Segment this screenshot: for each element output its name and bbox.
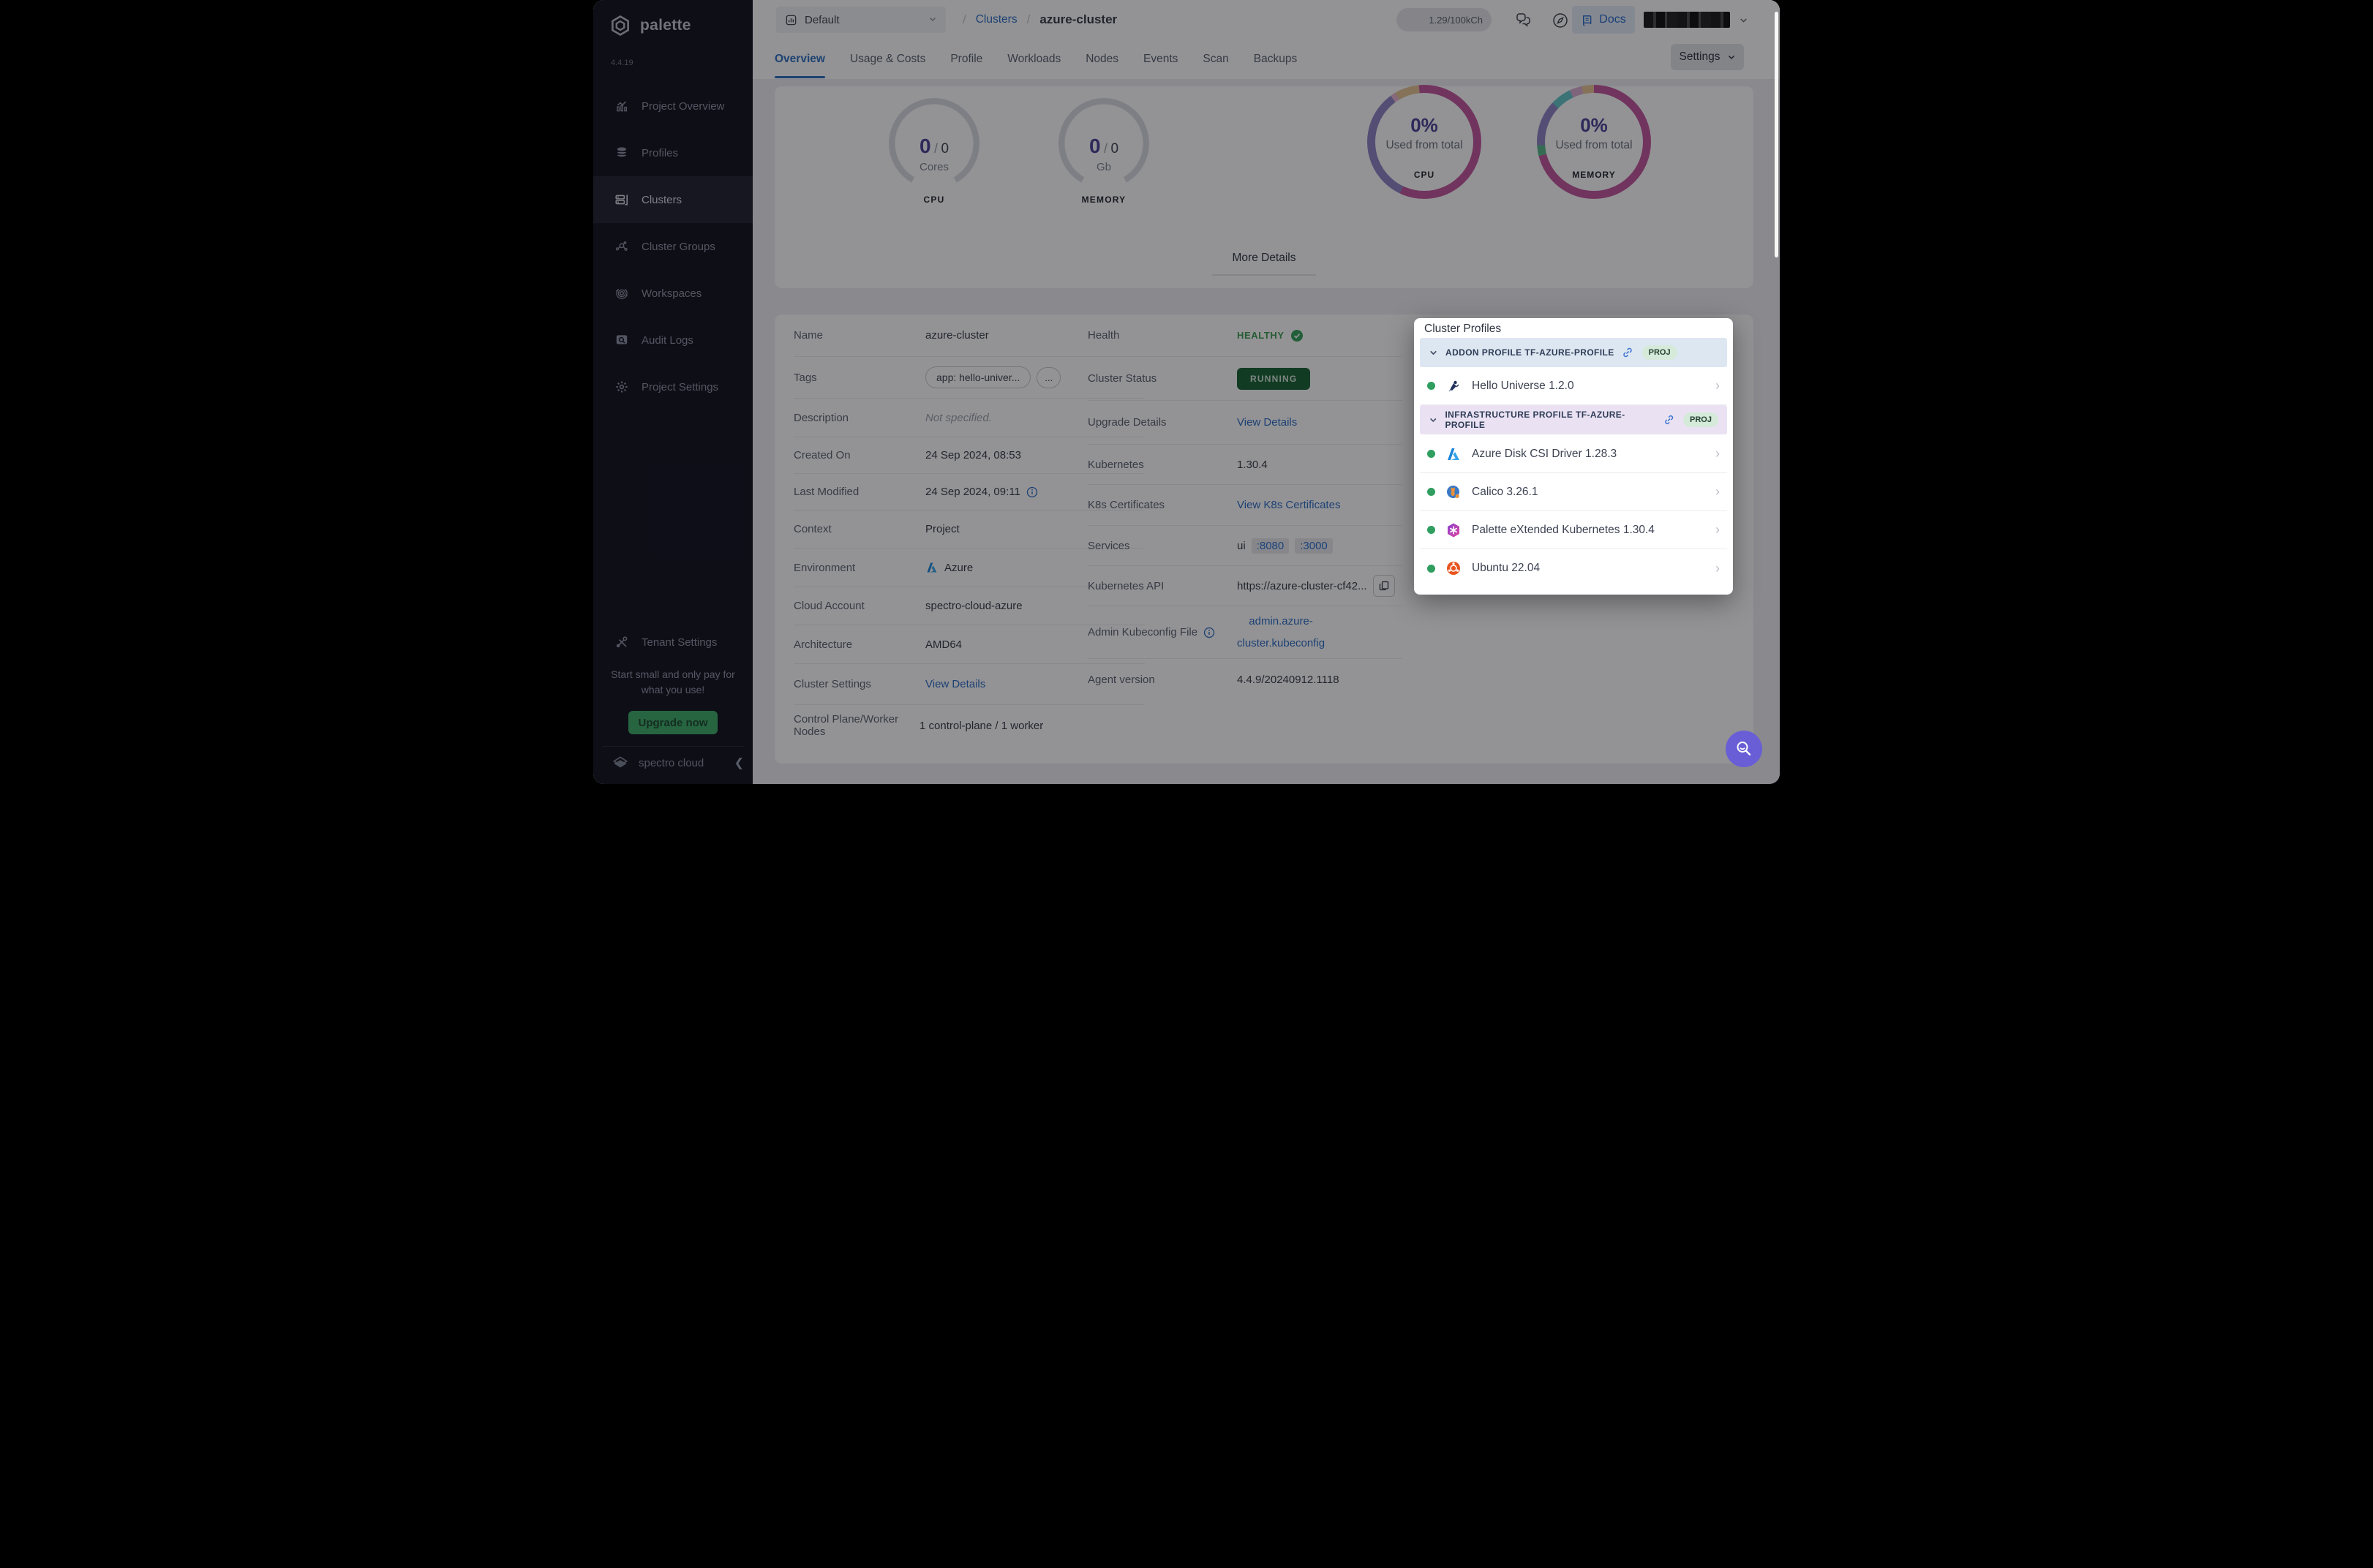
search-fab-button[interactable] bbox=[1726, 731, 1762, 767]
link-icon[interactable] bbox=[1622, 347, 1633, 358]
addon-profile-section-header[interactable]: ADDON PROFILE TF-AZURE-PROFILE PROJ bbox=[1420, 338, 1727, 367]
status-dot-green bbox=[1427, 382, 1435, 390]
layer-name: Azure Disk CSI Driver 1.28.3 bbox=[1472, 447, 1617, 460]
search-icon bbox=[1737, 742, 1751, 755]
chevron-right-icon: › bbox=[1715, 522, 1720, 537]
status-dot-green bbox=[1427, 488, 1435, 496]
chevron-right-icon: › bbox=[1715, 484, 1720, 499]
infrastructure-profile-section-header[interactable]: INFRASTRUCTURE PROFILE TF-AZURE-PROFILE … bbox=[1420, 405, 1727, 434]
calico-icon bbox=[1445, 484, 1462, 500]
proj-scope-badge: PROJ bbox=[1683, 412, 1718, 427]
layer-name: Hello Universe 1.2.0 bbox=[1472, 379, 1574, 392]
status-dot-green bbox=[1427, 450, 1435, 458]
scrollbar-thumb[interactable] bbox=[1775, 12, 1778, 257]
profile-layer-row-ubuntu[interactable]: Ubuntu 22.04 › bbox=[1420, 549, 1727, 587]
pxk-icon bbox=[1445, 522, 1462, 538]
profile-layer-row-pxk[interactable]: Palette eXtended Kubernetes 1.30.4 › bbox=[1420, 511, 1727, 549]
profile-layer-row-calico[interactable]: Calico 3.26.1 › bbox=[1420, 473, 1727, 511]
infrastructure-profile-name: INFRASTRUCTURE PROFILE TF-AZURE-PROFILE bbox=[1445, 410, 1625, 430]
chevron-right-icon: › bbox=[1715, 560, 1720, 576]
profile-layer-row-hello-universe[interactable]: Hello Universe 1.2.0 › bbox=[1420, 367, 1727, 405]
hello-universe-icon bbox=[1445, 378, 1462, 394]
palette-app: palette 4.4.19 Project Overview Profiles… bbox=[593, 0, 1780, 784]
ubuntu-icon bbox=[1445, 560, 1462, 576]
chevron-down-icon bbox=[1430, 418, 1437, 422]
proj-scope-badge: PROJ bbox=[1641, 345, 1677, 360]
profile-layer-row-azure-disk[interactable]: Azure Disk CSI Driver 1.28.3 › bbox=[1420, 435, 1727, 473]
status-dot-green bbox=[1427, 564, 1435, 573]
layer-name: Calico 3.26.1 bbox=[1472, 485, 1538, 498]
layer-name: Palette eXtended Kubernetes 1.30.4 bbox=[1472, 523, 1655, 536]
popup-title: Cluster Profiles bbox=[1424, 323, 1502, 335]
chevron-right-icon: › bbox=[1715, 446, 1720, 461]
azure-icon bbox=[1445, 446, 1462, 462]
chevron-right-icon: › bbox=[1715, 378, 1720, 393]
status-dot-green bbox=[1427, 526, 1435, 534]
chevron-down-icon bbox=[1430, 350, 1437, 355]
cluster-profiles-popup: Cluster Profiles ADDON PROFILE TF-AZURE-… bbox=[1414, 318, 1733, 595]
link-icon[interactable] bbox=[1663, 414, 1674, 426]
layer-name: Ubuntu 22.04 bbox=[1472, 562, 1541, 574]
addon-profile-name: ADDON PROFILE TF-AZURE-PROFILE bbox=[1445, 347, 1614, 358]
